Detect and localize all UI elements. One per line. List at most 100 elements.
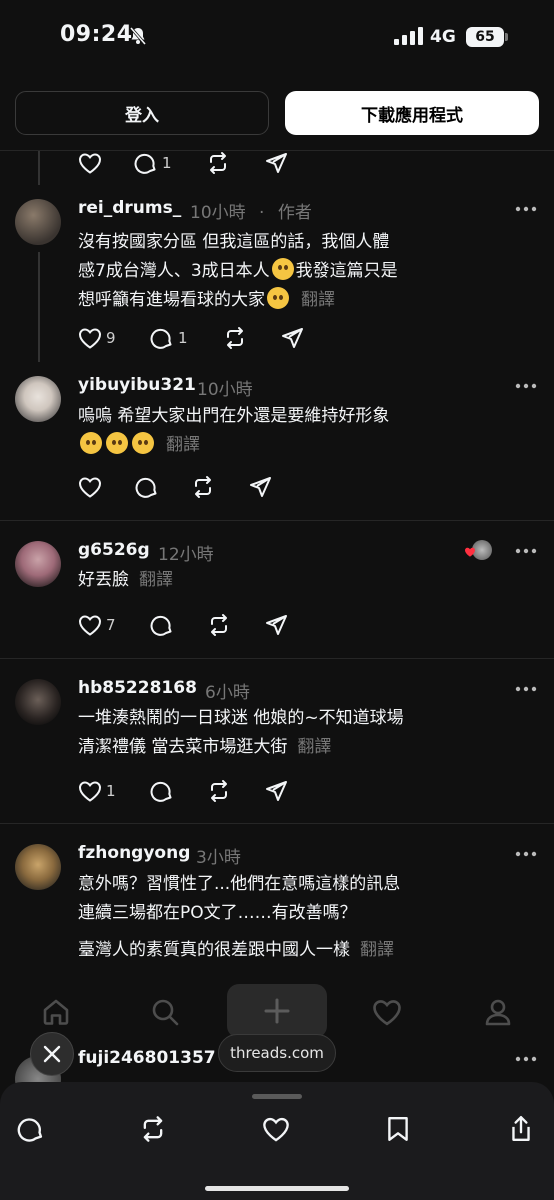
more-icon[interactable] [515, 383, 537, 389]
repost-button[interactable] [223, 325, 247, 351]
nav-search[interactable] [145, 986, 185, 1038]
like-button[interactable]: 1 [78, 778, 116, 804]
reply-button[interactable] [150, 612, 174, 638]
username[interactable]: fuji246801357 [78, 1048, 216, 1068]
timestamp: 10小時 [190, 203, 246, 223]
avatar[interactable] [15, 376, 61, 422]
post-text: 意外嗎？習慣性了...他們在意嗎這樣的訊息 連續三場都在PO文了……有改善嗎？ … [78, 870, 400, 965]
timestamp: 3小時 [196, 848, 241, 868]
reply-button[interactable]: 1 [134, 150, 172, 176]
close-button[interactable] [30, 1032, 74, 1076]
search-icon [152, 999, 179, 1026]
repost-button[interactable] [207, 778, 231, 804]
like-count: 9 [106, 329, 116, 347]
reply-button[interactable] [135, 474, 159, 500]
avatar[interactable] [15, 199, 61, 245]
avatar[interactable] [15, 844, 61, 890]
browser-repost-button[interactable] [138, 1114, 168, 1144]
translate-link[interactable]: 翻譯 [360, 940, 394, 960]
sheet-grabber[interactable] [252, 1094, 302, 1099]
text-line: 嗚嗚 希望大家出門在外還是要維持好形象 [78, 406, 390, 426]
thread-line [38, 151, 40, 185]
repost-button[interactable] [207, 612, 231, 638]
post-actions: 1 [78, 778, 298, 804]
comment-icon [150, 328, 172, 349]
nav-home[interactable] [36, 986, 76, 1038]
heart-icon [78, 781, 102, 802]
download-app-button[interactable]: 下載應用程式 [285, 91, 539, 135]
text-line: 一堆湊熱鬧的一日球迷 他娘的~不知道球場 [78, 708, 404, 728]
like-button[interactable]: 7 [78, 612, 116, 638]
like-button[interactable]: 9 [78, 325, 116, 351]
share-button[interactable] [264, 612, 288, 638]
text-line: 好丟臉 翻譯 [78, 570, 173, 590]
like-button[interactable] [78, 474, 102, 500]
share-button[interactable] [248, 474, 272, 500]
pleading-emoji [267, 287, 289, 309]
post-divider [0, 520, 554, 521]
share-button[interactable] [264, 778, 288, 804]
reply-button[interactable]: 1 [150, 325, 188, 351]
pleading-emoji [132, 432, 154, 454]
comment-icon [17, 1118, 43, 1142]
repost-icon [211, 614, 227, 636]
username[interactable]: fzhongyong [78, 843, 190, 863]
username[interactable]: g6526g [78, 540, 150, 560]
text-line: 臺灣人的素質真的很差跟中國人一樣 翻譯 [78, 940, 394, 960]
more-icon[interactable] [515, 686, 537, 692]
reply-count: 1 [178, 329, 188, 347]
url-pill[interactable]: threads.com [218, 1034, 336, 1072]
text-line: 想呼籲有進場看球的大家 翻譯 [78, 286, 398, 315]
pleading-emoji [80, 432, 102, 454]
nav-activity[interactable] [367, 986, 407, 1038]
plus-icon [264, 998, 290, 1024]
username[interactable]: hb85228168 [78, 678, 197, 698]
browser-comment-button[interactable] [16, 1114, 46, 1144]
comment-icon [150, 615, 172, 636]
send-icon [266, 153, 287, 173]
repost-button[interactable] [206, 150, 230, 176]
reply-button[interactable] [150, 778, 174, 804]
username[interactable]: yibuyibu321 [78, 375, 196, 395]
browser-toolbar [0, 1082, 554, 1200]
more-icon[interactable] [515, 1056, 537, 1062]
comment-icon [134, 153, 156, 174]
post-text: 好丟臉 翻譯 [78, 566, 173, 595]
text-line: 連續三場都在PO文了……有改善嗎？ [78, 903, 357, 923]
more-icon[interactable] [515, 548, 537, 554]
username[interactable]: rei_drums_ [78, 198, 181, 218]
repost-button[interactable] [191, 474, 215, 500]
heart-icon [78, 477, 102, 498]
thread-line [38, 252, 40, 362]
translate-link[interactable]: 翻譯 [297, 737, 331, 757]
home-icon [43, 999, 69, 1025]
reply-count: 1 [162, 154, 172, 172]
share-button[interactable] [280, 325, 304, 351]
repost-icon [211, 780, 227, 802]
nav-profile[interactable] [478, 986, 518, 1038]
post-divider [0, 823, 554, 824]
nav-create[interactable] [227, 984, 327, 1038]
comment-icon [150, 781, 172, 802]
like-button[interactable] [78, 150, 102, 176]
post-text: 沒有按國家分區 但我這區的話，我個人體 感7成台灣人、3成日本人 我發這篇只是 想… [78, 228, 398, 315]
heart-icon [373, 1000, 401, 1026]
translate-link[interactable]: 翻譯 [301, 290, 335, 310]
text-line: 翻譯 [78, 431, 389, 460]
heart-icon [263, 1117, 289, 1142]
browser-like-button[interactable] [261, 1114, 291, 1144]
browser-share-button[interactable] [506, 1114, 536, 1144]
browser-bookmark-button[interactable] [383, 1114, 413, 1144]
share-button[interactable] [264, 150, 288, 176]
text-line: 意外嗎？習慣性了...他們在意嗎這樣的訊息 [78, 874, 401, 894]
post-text: 一堆湊熱鬧的一日球迷 他娘的~不知道球場 清潔禮儀 當去菜市場逛大街 翻譯 [78, 704, 404, 762]
translate-link[interactable]: 翻譯 [166, 435, 200, 455]
avatar[interactable] [15, 679, 61, 725]
heart-icon [465, 547, 475, 557]
heart-icon [78, 328, 102, 349]
avatar[interactable] [15, 541, 61, 587]
more-icon[interactable] [515, 206, 537, 212]
login-button[interactable]: 登入 [15, 91, 269, 135]
more-icon[interactable] [515, 851, 537, 857]
translate-link[interactable]: 翻譯 [139, 570, 173, 590]
